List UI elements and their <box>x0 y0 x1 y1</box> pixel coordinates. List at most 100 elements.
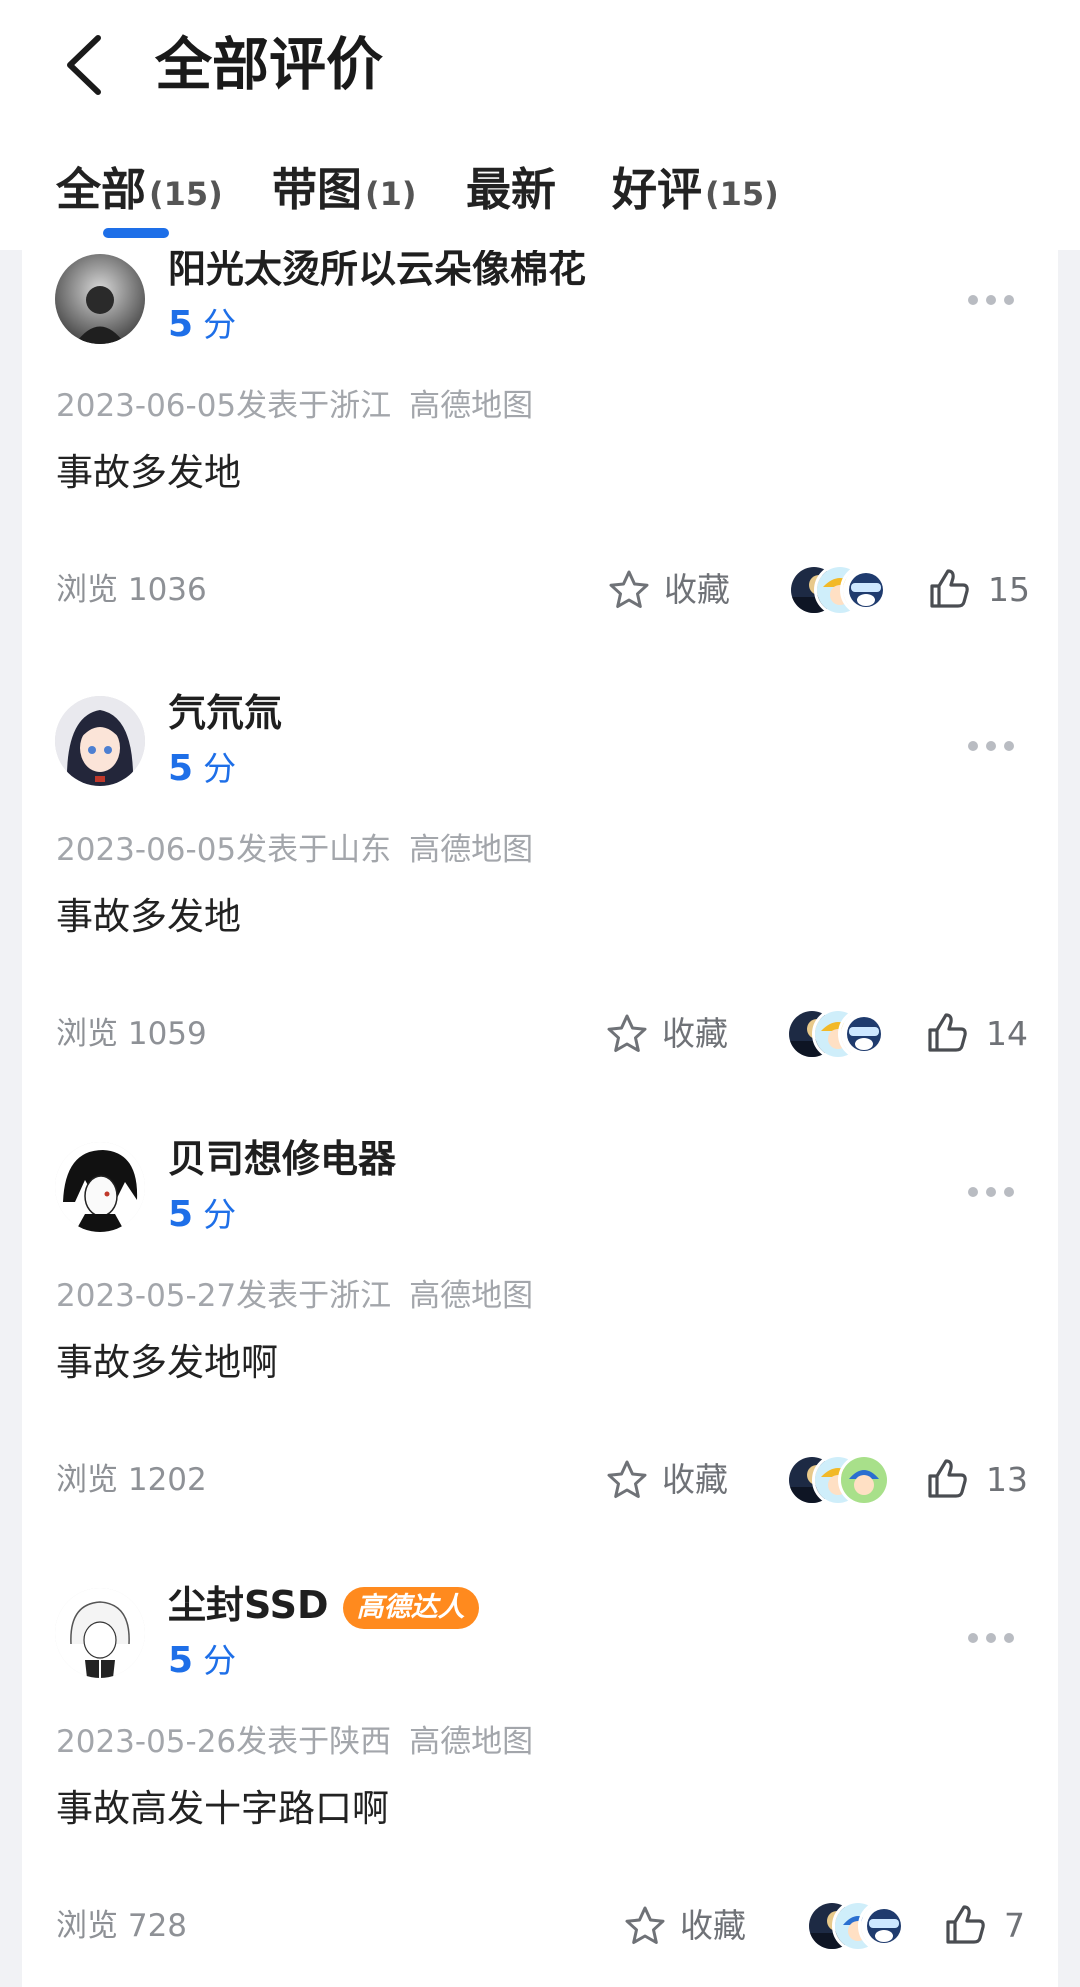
review-date: 2023-05-27 <box>56 1278 237 1314</box>
review-text: 事故多发地 <box>56 451 241 494</box>
score-unit: 分 <box>203 1641 237 1680</box>
tab-with-photos[interactable]: 带图(1) <box>272 150 417 230</box>
back-button[interactable] <box>56 30 116 100</box>
rating-score: 5分 <box>168 746 236 792</box>
tab-count: (1) <box>365 175 417 213</box>
review-text: 事故多发地啊 <box>56 1341 278 1384</box>
thumbs-up-icon <box>946 1905 985 1944</box>
review-date: 2023-06-05 <box>56 832 237 868</box>
page-title: 全部评价 <box>155 32 383 98</box>
thumbs-up-icon <box>928 1013 967 1052</box>
star-icon <box>607 1014 647 1052</box>
liker-avatar-icon <box>861 1903 907 1949</box>
tab-latest[interactable]: 最新 <box>466 150 556 230</box>
favorite-button[interactable]: 收藏 <box>624 1901 774 1951</box>
view-count: 浏览 1059 <box>56 1016 207 1052</box>
liker-avatars[interactable] <box>788 564 898 618</box>
favorite-button[interactable]: 收藏 <box>606 1009 756 1059</box>
view-count: 浏览 1202 <box>56 1462 207 1498</box>
star-icon <box>607 1460 647 1498</box>
more-options-button[interactable] <box>968 1630 1014 1646</box>
tab-label: 最新 <box>466 163 557 216</box>
like-button[interactable]: 15 <box>926 565 1030 615</box>
review-text: 事故多发地 <box>56 895 241 938</box>
tab-all[interactable]: 全部(15) <box>56 150 223 230</box>
tab-label: 带图 <box>272 163 363 216</box>
username[interactable]: 尘封SSD <box>168 1583 329 1627</box>
username[interactable]: 贝司想修电器 <box>168 1134 396 1184</box>
like-button[interactable]: 13 <box>924 1455 1028 1505</box>
review-card: 氕氘氚 5分 2023-06-05发表于山东 高德地图 事故多发地 浏览 1059… <box>22 691 1058 1142</box>
more-dots-icon <box>968 295 978 305</box>
expert-badge: 高德达人 <box>342 1586 479 1629</box>
more-options-button[interactable] <box>968 1184 1014 1200</box>
favorite-label: 收藏 <box>680 1906 746 1945</box>
favorite-button[interactable]: 收藏 <box>608 565 758 615</box>
review-location: 发表于山东 <box>236 832 392 868</box>
liker-avatars[interactable] <box>786 1008 896 1062</box>
more-dots-icon <box>968 1187 978 1197</box>
active-tab-indicator <box>103 228 169 238</box>
liker-avatar-icon <box>843 567 889 613</box>
favorite-label: 收藏 <box>664 570 730 609</box>
user-avatar-image <box>55 696 145 786</box>
username[interactable]: 阳光太烫所以云朵像棉花 <box>168 250 586 294</box>
review-card: 阳光太烫所以云朵像棉花 5分 2023-06-05发表于浙江 高德地图 事故多发地… <box>22 250 1058 696</box>
review-date: 2023-05-26 <box>56 1724 237 1760</box>
liker-avatars[interactable] <box>786 1454 896 1508</box>
like-button[interactable]: 7 <box>942 1901 1042 1951</box>
favorite-button[interactable]: 收藏 <box>606 1455 756 1505</box>
score-value: 5 <box>168 1640 194 1681</box>
tab-label: 好评 <box>612 163 703 216</box>
avatar[interactable] <box>55 254 145 344</box>
like-count: 14 <box>986 1014 1028 1053</box>
review-meta: 2023-06-05发表于浙江 高德地图 <box>56 386 533 426</box>
star-icon <box>609 570 649 608</box>
user-avatar-image <box>55 1142 145 1232</box>
like-count: 15 <box>988 570 1030 609</box>
score-value: 5 <box>168 748 194 789</box>
thumbs-up-icon <box>928 1459 967 1498</box>
review-source: 高德地图 <box>409 388 534 424</box>
rating-score: 5分 <box>168 1638 236 1684</box>
liker-avatar-icon <box>841 1011 887 1057</box>
favorite-label: 收藏 <box>662 1014 728 1053</box>
like-count: 13 <box>986 1460 1028 1499</box>
user-avatar-image <box>55 254 145 344</box>
user-avatar-image <box>55 1588 145 1678</box>
tab-count: (15) <box>705 175 779 213</box>
page-header: 全部评价 全部(15) 带图(1) 最新 好评(15) <box>0 0 1080 250</box>
review-meta: 2023-05-27发表于浙江 高德地图 <box>56 1276 533 1316</box>
score-unit: 分 <box>203 305 237 344</box>
review-source: 高德地图 <box>409 1278 534 1314</box>
favorite-label: 收藏 <box>662 1460 728 1499</box>
review-list[interactable]: 阳光太烫所以云朵像棉花 5分 2023-06-05发表于浙江 高德地图 事故多发地… <box>22 250 1058 1987</box>
more-options-button[interactable] <box>968 738 1014 754</box>
review-text: 事故高发十字路口啊 <box>56 1787 389 1830</box>
username[interactable]: 氕氘氚 <box>168 688 282 738</box>
review-meta: 2023-06-05发表于山东 高德地图 <box>56 830 533 870</box>
score-value: 5 <box>168 304 194 345</box>
view-count: 浏览 728 <box>56 1908 188 1944</box>
rating-score: 5分 <box>168 302 236 348</box>
view-count: 浏览 1036 <box>56 572 207 608</box>
more-dots-icon <box>968 741 978 751</box>
star-icon <box>625 1906 665 1944</box>
more-dots-icon <box>968 1633 978 1643</box>
like-count: 7 <box>1004 1906 1025 1945</box>
tab-positive[interactable]: 好评(15) <box>612 150 779 230</box>
tab-count: (15) <box>149 175 223 213</box>
review-location: 发表于浙江 <box>236 1278 392 1314</box>
avatar[interactable] <box>55 1588 145 1678</box>
liker-avatar-icon <box>841 1457 887 1503</box>
more-options-button[interactable] <box>968 292 1014 308</box>
liker-avatars[interactable] <box>806 1900 916 1954</box>
rating-score: 5分 <box>168 1192 236 1238</box>
avatar[interactable] <box>55 1142 145 1232</box>
review-location: 发表于陕西 <box>236 1724 392 1760</box>
review-source: 高德地图 <box>409 1724 534 1760</box>
score-unit: 分 <box>203 749 237 788</box>
avatar[interactable] <box>55 696 145 786</box>
like-button[interactable]: 14 <box>924 1009 1028 1059</box>
review-source: 高德地图 <box>409 832 534 868</box>
